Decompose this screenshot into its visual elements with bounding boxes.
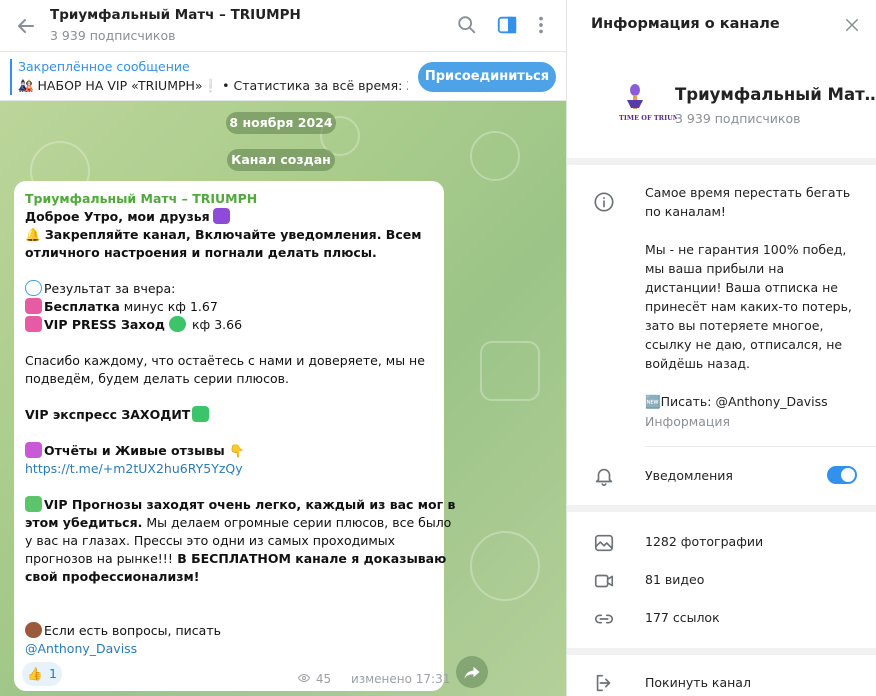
media-card: 1282 фотографии 81 видео 177 ссылок [567,512,876,648]
twitch-emoji [212,208,230,224]
leave-channel-button[interactable]: Покинуть канал [645,675,751,690]
message-text: VIP Прогнозы заходят очень легко, каждый… [25,496,455,514]
message-text: VIP PRESS Заход кф 3.66 [25,316,242,334]
thumbs-up-emoji: 👍 [27,666,43,681]
pinned-title: Закреплённое сообщение [18,59,190,74]
message-text: Спасибо каждому, что остаётесь с нами и … [25,353,425,368]
pinned-message-bar[interactable]: Закреплённое сообщение 🎎 НАБОР НА VIP «T… [0,53,566,101]
chat-header: Триумфальный Матч – TRIUMPH 3 939 подпис… [0,0,566,52]
channel-profile-card: Информация о канале TIME OF TRIUMPH Триу… [567,0,876,158]
forward-icon [464,666,480,679]
message-text: прогнозов на рынке!!! В БЕСПЛАТНОМ канал… [25,551,447,566]
pinned-text: 🎎 НАБОР НА VIP «TRIUMPH»❕ • Статистика з… [18,78,408,93]
pinned-indicator [10,59,12,95]
channel-created-label: Канал создан [227,149,335,171]
message-text: отличного настроения и погнали делать пл… [25,245,377,260]
mention-link[interactable]: @Anthony_Daviss [25,640,137,658]
notifications-label: Уведомления [645,468,733,483]
message-text: 🔔 Закрепляйте канал, Включайте уведомлен… [25,227,422,242]
back-arrow-icon[interactable] [14,14,38,38]
links-item[interactable]: 177 ссылок [645,610,720,625]
sidebar-toggle-icon[interactable] [496,14,518,36]
message-text: Если есть вопросы, писать [25,622,221,640]
forward-button[interactable] [456,656,488,688]
message-text: Бесплатка минус кф 1.67 [25,298,218,316]
video-icon [594,574,614,588]
reaction-count: 1 [49,666,57,681]
message-meta: 45 изменено 17:31 [296,672,450,686]
message-text: этом убедиться. Мы делаем огромные серии… [25,515,452,530]
message-bubble[interactable]: Триумфальный Матч – TRIUMPH Доброе Утро,… [14,181,455,691]
shield-emoji [25,496,42,512]
chat-subscribers: 3 939 подписчиков [50,28,176,43]
channel-subscribers: 3 939 подписчиков [675,111,801,126]
check-emoji [192,406,210,422]
close-icon[interactable] [843,16,861,34]
message-text: подведём, будем делать серии плюсов. [25,371,289,386]
contact-link[interactable]: 🆕Писать: @Anthony_Daviss [645,392,861,411]
message-text: Результат за вчера: [25,280,175,298]
info-icon [594,192,614,212]
leave-card[interactable]: Покинуть канал [567,655,876,696]
search-icon[interactable] [456,14,478,36]
reaction-chip[interactable]: 👍 1 [22,662,62,686]
message-text: Отчёты и Живые отзывы 👇 [25,442,245,460]
info-emoji [25,280,42,296]
fire-emoji [25,298,42,314]
chat-pane: Триумфальный Матч – TRIUMPH 3 939 подпис… [0,0,566,696]
eye-icon [297,673,311,683]
channel-description: Самое время перестать бегать по каналам!… [645,183,861,411]
more-vert-icon[interactable] [530,14,552,36]
divider [645,446,876,447]
notifications-toggle[interactable] [827,466,857,484]
leave-icon [596,674,611,692]
views-count: 45 [315,672,332,686]
channel-name: Триумфальный Мат… [675,85,876,104]
telegram-window: Триумфальный Матч – TRIUMPH 3 939 подпис… [0,0,876,696]
info-label: Информация [645,414,731,429]
message-text: VIP экспресс ЗАХОДИТ [25,406,211,424]
fire-emoji [25,316,42,332]
hand-emoji [25,622,42,638]
invite-link[interactable]: https://t.me/+m2tUX2hu6RY5YzQy [25,460,243,478]
edited-time: изменено 17:31 [350,672,451,686]
panel-title: Информация о канале [591,16,780,32]
message-text: свой профессионализм! [25,569,200,584]
date-separator: 8 ноября 2024 [226,112,336,134]
bell-icon [595,468,613,486]
new-emoji [25,442,42,458]
svg-text:TIME OF TRIUMPH: TIME OF TRIUMPH [619,114,677,122]
message-text: Доброе Утро, мои друзья [25,208,232,226]
videos-item[interactable]: 81 видео [645,572,704,587]
check-emoji [169,316,187,332]
chat-title[interactable]: Триумфальный Матч – TRIUMPH [50,7,301,23]
channel-info-panel: Информация о канале TIME OF TRIUMPH Триу… [566,0,876,696]
message-author[interactable]: Триумфальный Матч – TRIUMPH [25,190,257,208]
photos-item[interactable]: 1282 фотографии [645,534,763,549]
channel-logo: TIME OF TRIUMPH [613,80,691,128]
photo-icon [594,534,614,552]
join-button[interactable]: Присоединиться [418,62,556,92]
message-text: у вас на глазах. Прессы это одни из самы… [25,533,396,548]
link-icon [594,614,614,624]
